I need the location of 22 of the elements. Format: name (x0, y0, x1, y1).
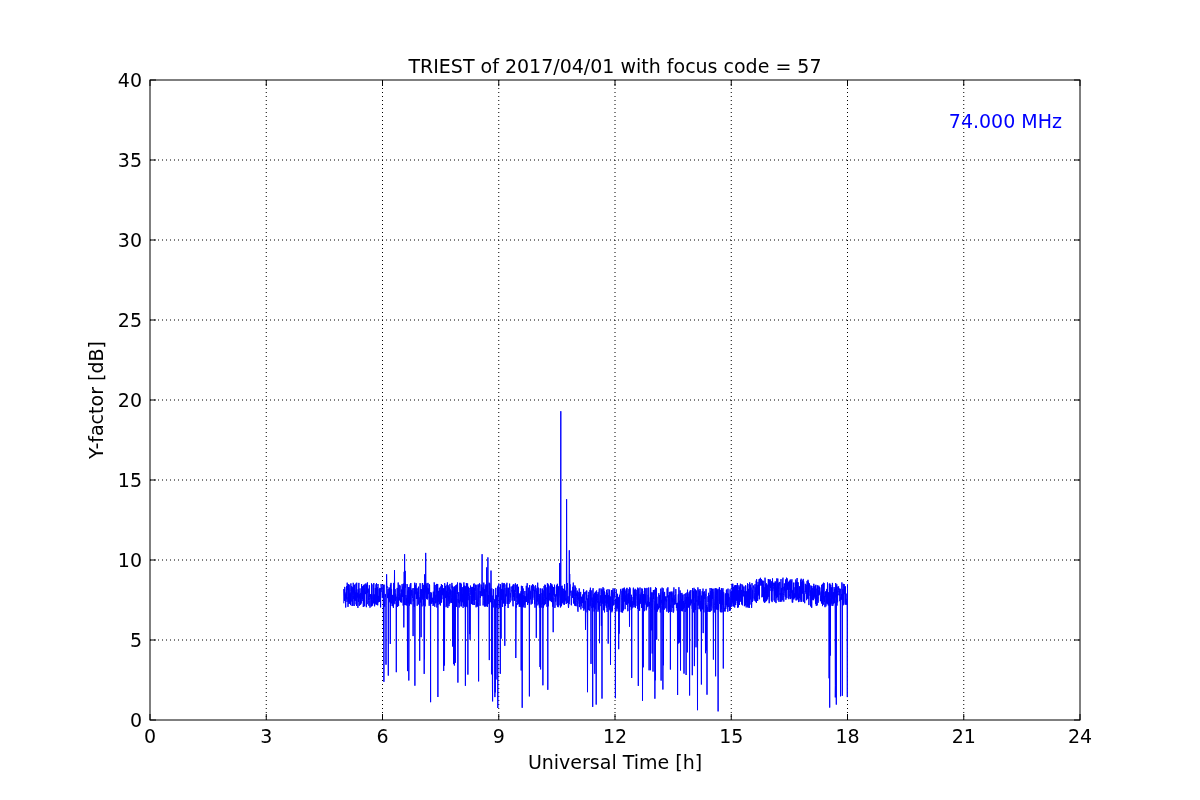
x-tick-label: 9 (492, 725, 505, 747)
chart-title: TRIEST of 2017/04/01 with focus code = 57 (408, 55, 822, 77)
y-tick-label: 5 (129, 629, 142, 651)
y-tick-label: 30 (117, 229, 142, 251)
x-tick-label: 18 (835, 725, 860, 747)
x-tick-label: 21 (951, 725, 976, 747)
y-tick-label: 15 (117, 469, 142, 491)
y-tick-label: 25 (117, 309, 142, 331)
x-tick-label: 3 (260, 725, 273, 747)
y-tick-label: 20 (117, 389, 142, 411)
x-axis-label: Universal Time [h] (527, 751, 703, 773)
x-tick-label: 24 (1067, 725, 1093, 747)
y-tick-label: 35 (117, 149, 142, 171)
x-tick-label: 15 (719, 725, 744, 747)
x-tick-label: 12 (602, 725, 628, 747)
y-axis-label: Y-factor [dB] (85, 341, 107, 459)
frequency-label: 74.000 MHz (948, 110, 1062, 132)
y-tick-label: 10 (117, 549, 142, 571)
y-tick-label: 40 (117, 69, 142, 91)
x-tick-label: 6 (376, 725, 389, 747)
x-tick-label: 0 (143, 725, 157, 747)
y-tick-label: 0 (129, 709, 142, 731)
